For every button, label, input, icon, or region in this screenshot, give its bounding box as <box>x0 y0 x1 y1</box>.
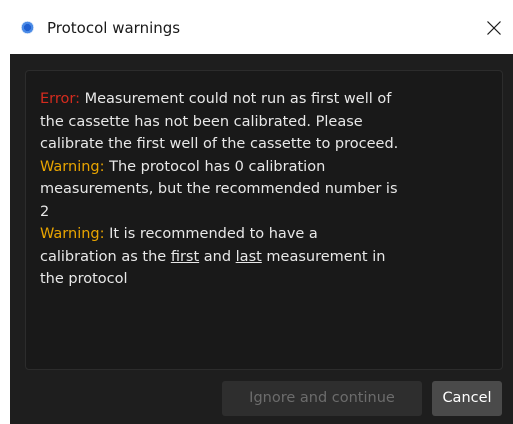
warning-1-line-1: Warning: The protocol has 0 calibration <box>40 156 502 179</box>
error-line-1: Error: Measurement could not run as firs… <box>40 88 502 111</box>
warning-1-line-3: 2 <box>40 203 50 220</box>
title-bar: Protocol warnings <box>0 0 513 54</box>
warning-2-line-1: Warning: It is recommended to have a <box>40 223 502 246</box>
message-text: Error: Measurement could not run as firs… <box>40 88 502 291</box>
warning-1-line-2: measurements, but the recommended number… <box>40 181 398 197</box>
warning-label: Warning: <box>40 226 105 242</box>
ignore-and-continue-button[interactable]: Ignore and continue <box>222 381 422 416</box>
warning-text: It is recommended to have a <box>104 226 318 242</box>
warning-2-line-3: the protocol <box>40 271 128 287</box>
error-label: Error: <box>40 91 80 107</box>
error-text: Measurement could not run as first well … <box>79 91 392 107</box>
emphasis-last: last <box>235 248 262 265</box>
warning-2-line-2: calibration as the first and last measur… <box>40 246 502 269</box>
cancel-button[interactable]: Cancel <box>432 381 502 416</box>
warning-text: and <box>199 248 236 265</box>
window-title: Protocol warnings <box>47 19 181 37</box>
error-line-3: calibrate the first well of the cassette… <box>40 136 399 152</box>
warning-label: Warning: <box>40 158 105 175</box>
warning-text: The protocol has 0 calibration <box>104 158 326 175</box>
app-logo-icon <box>21 21 34 34</box>
warning-text: calibration as the <box>40 248 171 265</box>
dialog-body: Error: Measurement could not run as firs… <box>10 54 513 424</box>
close-icon <box>487 21 501 35</box>
error-line-2: the cassette has not been calibrated. Pl… <box>40 113 363 130</box>
message-panel: Error: Measurement could not run as firs… <box>25 70 503 370</box>
protocol-warnings-dialog: Protocol warnings Error: Measurement cou… <box>0 0 513 424</box>
emphasis-first: first <box>170 248 200 265</box>
close-button[interactable] <box>479 11 509 45</box>
warning-text: measurement in <box>261 248 386 265</box>
